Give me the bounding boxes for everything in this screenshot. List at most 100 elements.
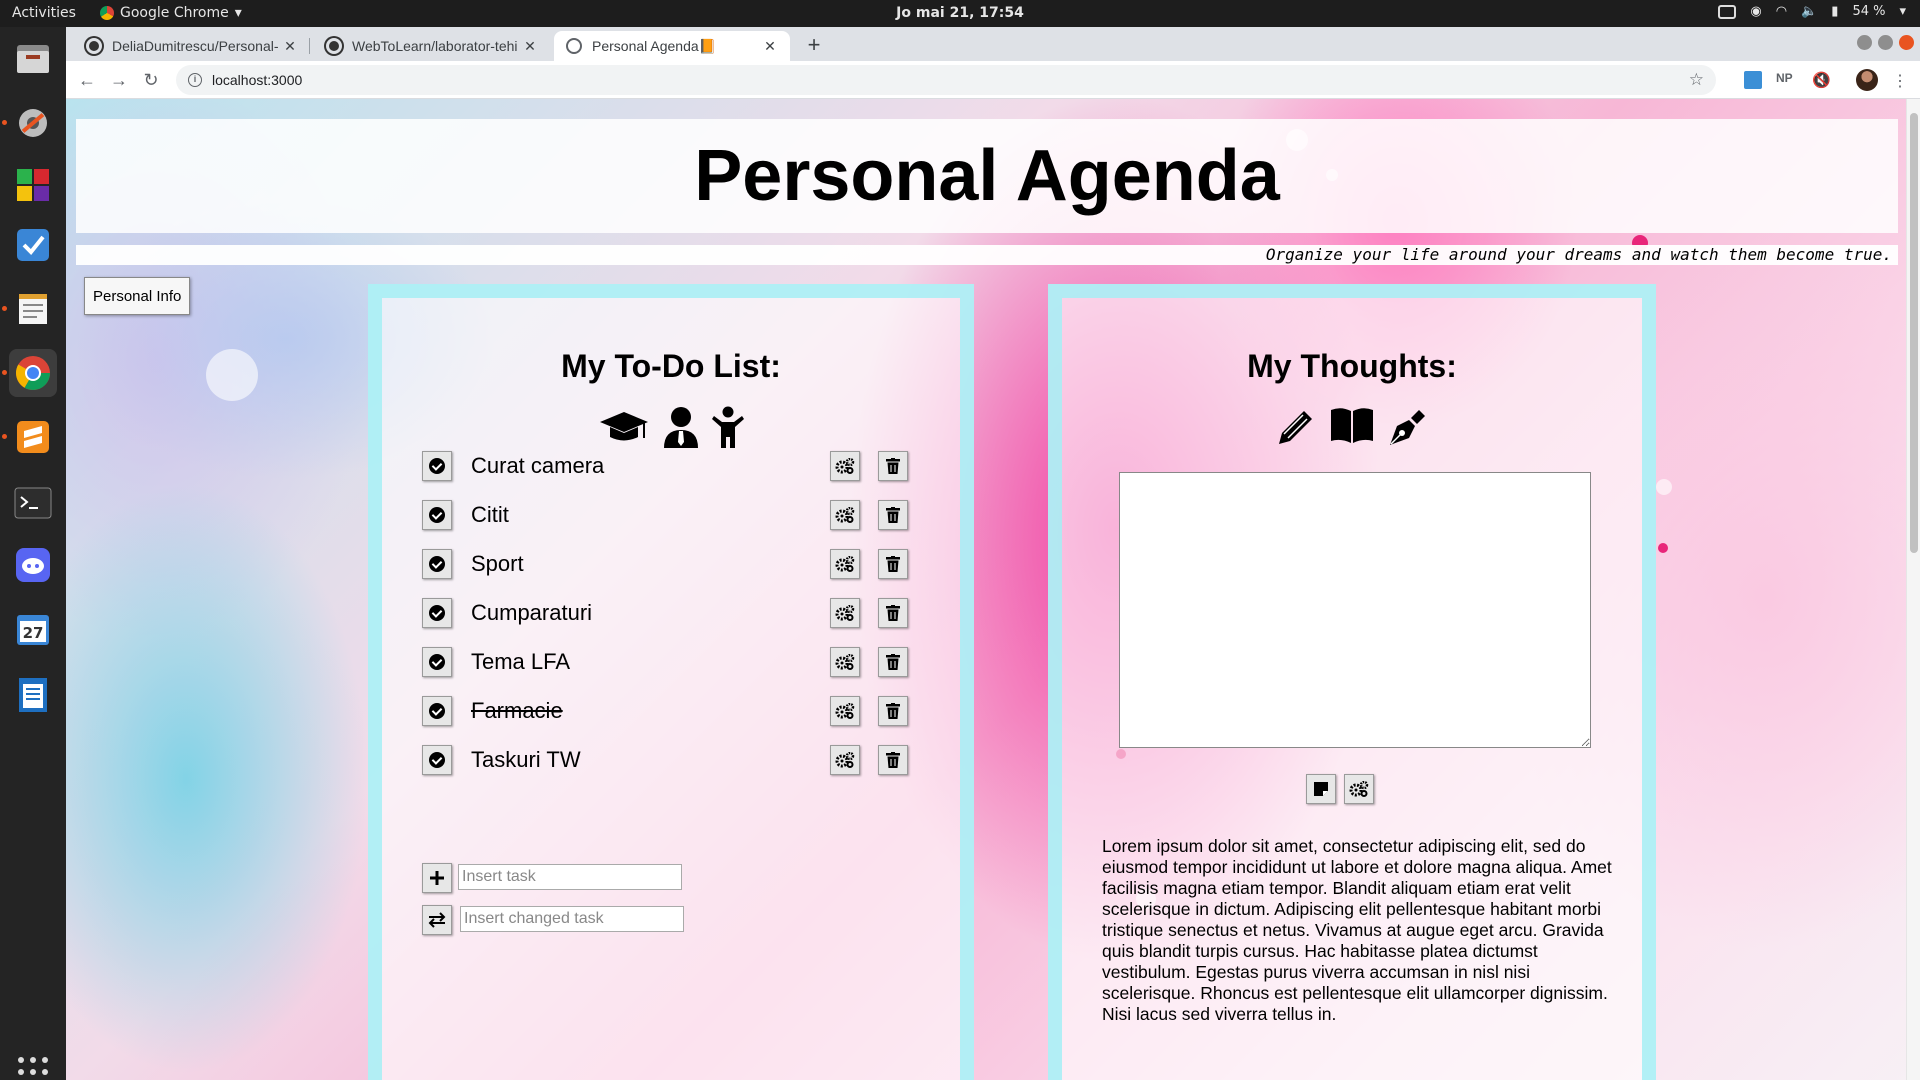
back-button[interactable]: ← xyxy=(76,69,98,91)
save-note-button[interactable] xyxy=(1306,774,1336,804)
battery-level: 54 % xyxy=(1852,4,1886,19)
github-icon xyxy=(86,38,102,54)
close-icon[interactable]: ✕ xyxy=(282,38,298,55)
app-menu[interactable]: Google Chrome ▾ xyxy=(100,5,242,21)
discord-icon[interactable] xyxy=(9,541,57,589)
avatar[interactable] xyxy=(1856,69,1878,91)
change-task-button[interactable] xyxy=(422,905,452,935)
delete-task-button[interactable] xyxy=(878,696,908,726)
bookmark-star-icon[interactable]: ☆ xyxy=(1689,70,1704,90)
delete-task-button[interactable] xyxy=(878,745,908,775)
complete-task-button[interactable] xyxy=(422,500,452,530)
terminal-icon[interactable] xyxy=(9,479,57,527)
edit-task-button[interactable] xyxy=(830,745,860,775)
calendar-day: 27 xyxy=(23,624,44,642)
personal-info-button[interactable]: Personal Info xyxy=(84,277,191,315)
scrollbar-thumb[interactable] xyxy=(1910,113,1918,553)
maximize-button[interactable] xyxy=(1878,35,1893,50)
settings-tool-icon[interactable] xyxy=(2,99,57,147)
complete-task-button[interactable] xyxy=(422,598,452,628)
minimize-button[interactable] xyxy=(1857,35,1872,50)
complete-task-button[interactable] xyxy=(422,647,452,677)
task-row: Taskuri TW xyxy=(422,745,908,777)
tab-github-laborator[interactable]: WebToLearn/laborator-tehi ✕ xyxy=(314,31,550,61)
complete-task-button[interactable] xyxy=(422,549,452,579)
info-icon[interactable]: i xyxy=(188,73,202,87)
edit-task-button[interactable] xyxy=(830,647,860,677)
thoughts-textarea[interactable] xyxy=(1119,472,1591,748)
sublime-text-icon[interactable] xyxy=(2,413,57,461)
address-bar[interactable]: i localhost:3000 ☆ xyxy=(176,65,1716,95)
np-extension-icon[interactable]: NP xyxy=(1776,71,1793,89)
complete-task-button[interactable] xyxy=(422,451,452,481)
close-icon[interactable]: ✕ xyxy=(522,38,538,55)
files-icon[interactable] xyxy=(9,35,57,83)
child-icon xyxy=(712,406,744,448)
trash-icon xyxy=(886,703,900,719)
task-text: Sport xyxy=(471,551,524,576)
task-text: Taskuri TW xyxy=(471,747,581,772)
todo-icons xyxy=(382,406,960,448)
volume-icon: 🔈 xyxy=(1801,4,1818,19)
task-row: Cumparaturi xyxy=(422,598,908,630)
game-icon[interactable] xyxy=(9,161,57,209)
close-icon[interactable]: ✕ xyxy=(762,38,778,55)
edit-task-button[interactable] xyxy=(830,500,860,530)
delete-task-button[interactable] xyxy=(878,500,908,530)
mute-icon[interactable]: 🔇 xyxy=(1812,71,1831,89)
calendar-icon[interactable]: 27 xyxy=(9,605,57,653)
todo-heading: My To-Do List: xyxy=(561,348,781,384)
edit-task-button[interactable] xyxy=(830,696,860,726)
tab-github-personal[interactable]: DeliaDumitrescu/Personal- ✕ xyxy=(74,31,310,61)
close-window-button[interactable] xyxy=(1899,35,1914,50)
forward-button[interactable]: → xyxy=(108,69,130,91)
insert-changed-task-input[interactable] xyxy=(460,906,684,932)
show-applications-icon[interactable] xyxy=(18,1057,48,1080)
user-tie-icon xyxy=(664,407,698,448)
activities-button[interactable]: Activities xyxy=(12,5,76,21)
page-scrollbar[interactable] xyxy=(1906,99,1920,1080)
tab-title: DeliaDumitrescu/Personal- xyxy=(112,38,279,54)
new-tab-button[interactable]: + xyxy=(802,34,826,58)
browser-toolbar: ← → ↻ i localhost:3000 ☆ NP 🔇 ⋮ xyxy=(66,61,1920,99)
book-open-icon xyxy=(1331,408,1373,443)
check-circle-icon xyxy=(429,654,445,670)
tab-personal-agenda[interactable]: Personal Agenda📙 ✕ xyxy=(554,31,790,61)
cogs-icon xyxy=(835,654,855,670)
delete-task-button[interactable] xyxy=(878,451,908,481)
check-circle-icon xyxy=(429,703,445,719)
page-header: Personal Agenda xyxy=(76,119,1898,233)
text-editor-icon[interactable] xyxy=(2,285,57,333)
delete-task-button[interactable] xyxy=(878,549,908,579)
system-tray[interactable]: ◉ ◠ 🔈 ▮ 54 % ▾ xyxy=(1718,4,1906,19)
add-task-button[interactable] xyxy=(422,863,452,893)
task-text: Citit xyxy=(471,502,509,527)
edit-note-button[interactable] xyxy=(1344,774,1374,804)
discord-tray-icon[interactable]: ◉ xyxy=(1750,4,1761,19)
globe-icon xyxy=(566,38,582,54)
wifi-icon: ◠ xyxy=(1775,4,1788,19)
task-row: Tema LFA xyxy=(422,647,908,679)
delete-task-button[interactable] xyxy=(878,647,908,677)
menu-kebab-icon[interactable]: ⋮ xyxy=(1892,71,1908,90)
edit-task-button[interactable] xyxy=(830,451,860,481)
clock[interactable]: Jo mai 21, 17:54 xyxy=(0,5,1920,21)
writer-icon[interactable] xyxy=(9,671,57,719)
chrome-dock-icon[interactable] xyxy=(2,349,57,397)
tasks-icon[interactable] xyxy=(9,221,57,269)
screen-icon[interactable] xyxy=(1718,4,1737,19)
reload-button[interactable]: ↻ xyxy=(140,69,162,91)
extension-icon[interactable] xyxy=(1744,71,1762,89)
page-title: Personal Agenda xyxy=(694,136,1280,216)
delete-task-button[interactable] xyxy=(878,598,908,628)
battery-icon: ▮ xyxy=(1831,4,1839,19)
task-row: Farmacie xyxy=(422,696,908,728)
insert-task-input[interactable] xyxy=(458,864,682,890)
edit-task-button[interactable] xyxy=(830,549,860,579)
complete-task-button[interactable] xyxy=(422,696,452,726)
task-text-completed: Farmacie xyxy=(471,698,563,723)
chevron-down-icon: ▾ xyxy=(234,5,242,21)
tab-strip: DeliaDumitrescu/Personal- ✕ WebToLearn/l… xyxy=(66,27,1920,61)
complete-task-button[interactable] xyxy=(422,745,452,775)
edit-task-button[interactable] xyxy=(830,598,860,628)
